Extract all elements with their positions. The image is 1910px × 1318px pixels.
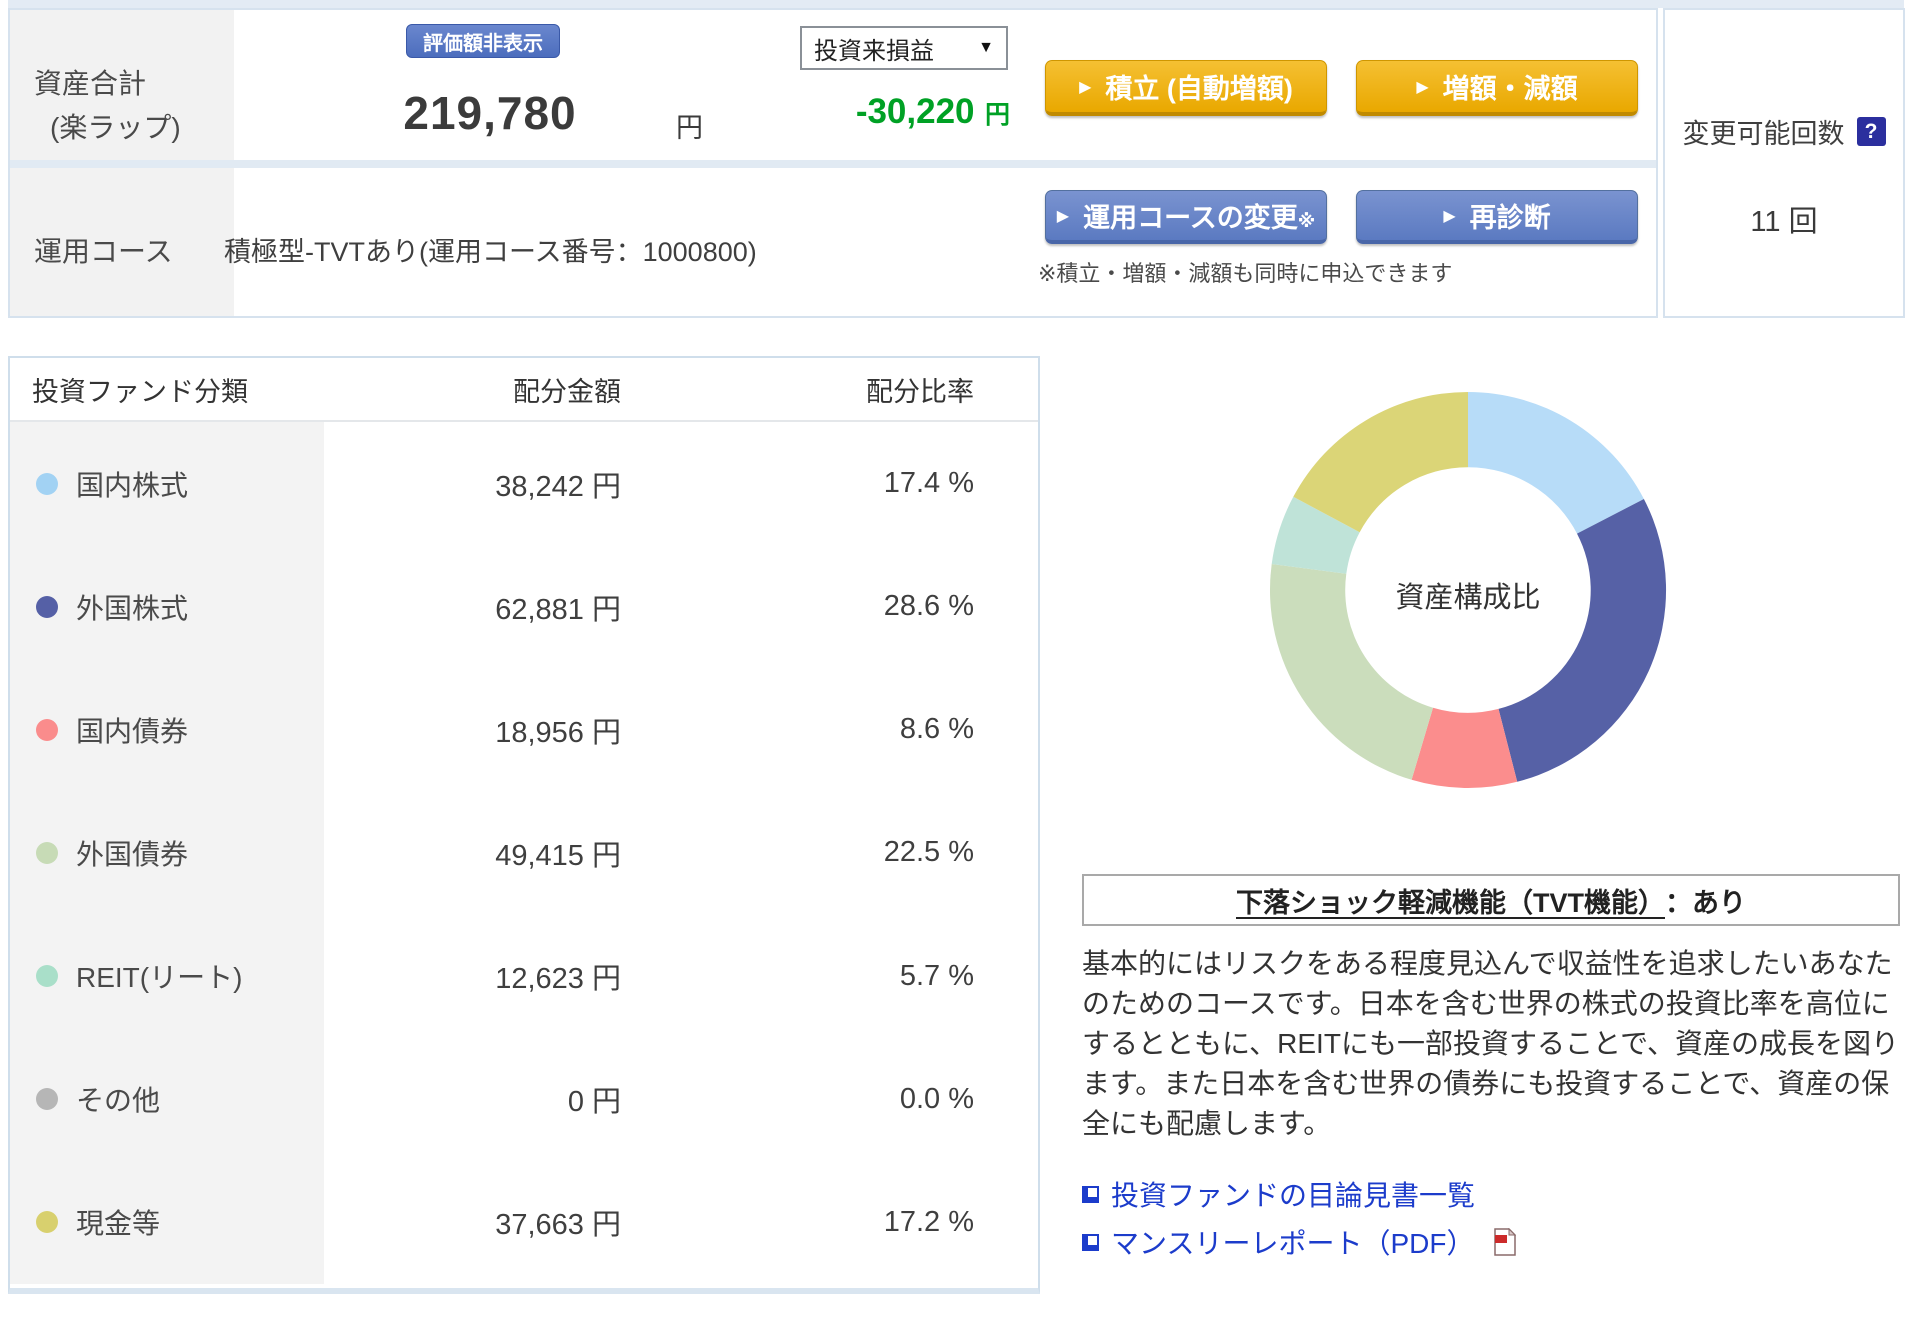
fund-category-cell: REIT(リート) (10, 914, 324, 1038)
arrow-right-icon: ▶ (1416, 78, 1429, 96)
category-color-dot-icon (36, 472, 58, 495)
tsumitate-button[interactable]: ▶ 積立 (自動増額) (1045, 60, 1327, 116)
fund-category-label: 国内株式 (76, 469, 189, 501)
prospectus-list-link-label: 投資ファンドの目論見書一覧 (1111, 1180, 1476, 1211)
allocation-ratio-value: 0.0 % (899, 1082, 974, 1115)
category-color-dot-icon (36, 718, 58, 741)
tvt-feature-value: ：あり (1665, 887, 1746, 918)
allocation-amount-value: 37,663 円 (495, 1209, 621, 1242)
allocation-table-body: 国内株式 38,242 円 17.4 % 外国株式 62,881 円 28.6 … (10, 422, 1038, 1284)
asset-total-label-line1: 資産合計 (34, 68, 147, 99)
help-icon[interactable]: ? (1856, 117, 1886, 146)
asset-summary-box: 資産合計 (楽ラップ) 運用コース 評価額非表示 219,780 円 投資来損益… (8, 8, 1658, 318)
arrow-right-icon: ▶ (1443, 207, 1456, 225)
asset-total-label-cell: 資産合計 (楽ラップ) (10, 10, 234, 160)
allocation-amount-value: 18,956 円 (495, 716, 621, 749)
category-color-dot-icon (36, 1088, 58, 1111)
table-row: 外国債券 49,415 円 22.5 % (10, 791, 1038, 915)
chevron-down-icon: ▼ (978, 39, 994, 56)
fund-category-label: 外国株式 (76, 592, 189, 624)
table-row: 国内債券 18,956 円 8.6 % (10, 668, 1038, 792)
pl-period-select[interactable]: 投資来損益 ▼ (800, 26, 1008, 70)
fund-category-label: REIT(リート) (76, 962, 243, 994)
rediagnosis-button-label: 再診断 (1469, 203, 1551, 233)
change-count-label: 変更可能回数 (1682, 119, 1845, 149)
table-row: その他 0 円 0.0 % (10, 1037, 1038, 1161)
course-change-button-label: 運用コースの変更 (1083, 203, 1298, 233)
fund-category-label: 現金等 (76, 1208, 161, 1240)
summary-row-divider (10, 160, 1656, 168)
category-color-dot-icon (36, 1211, 58, 1234)
fund-category-label: 国内債券 (76, 715, 189, 747)
allocation-ratio-value: 5.7 % (899, 959, 974, 992)
fund-category-label: その他 (76, 1085, 161, 1117)
allocation-ratio-value: 17.4 % (883, 467, 974, 500)
course-change-note-mark: ※ (1297, 211, 1316, 231)
prospectus-list-link[interactable]: 投資ファンドの目論見書一覧 (1082, 1174, 1516, 1214)
allocation-amount-value: 0 円 (567, 1086, 621, 1119)
document-links: 投資ファンドの目論見書一覧 マンスリーレポート（PDF） (1082, 1174, 1517, 1262)
fund-category-cell: 国内債券 (10, 668, 324, 792)
allocation-ratio-value: 28.6 % (883, 590, 974, 623)
course-value: 積極型-TVTあり(運用コース番号：1000800) (224, 237, 757, 267)
fund-category-cell: 外国株式 (10, 545, 324, 669)
table-row: 国内株式 38,242 円 17.4 % (10, 422, 1038, 546)
category-color-dot-icon (36, 595, 58, 618)
monthly-report-link[interactable]: マンスリーレポート（PDF） (1082, 1222, 1517, 1262)
course-label-cell: 運用コース (10, 168, 234, 316)
pl-value: -30,220 (855, 92, 975, 131)
category-color-dot-icon (36, 965, 58, 988)
allocation-amount-value: 38,242 円 (495, 470, 621, 503)
donut-segment-国内株式 (1468, 392, 1644, 534)
table-row: REIT(リート) 12,623 円 5.7 % (10, 914, 1038, 1038)
zougaku-button-label: 増額・減額 (1442, 74, 1578, 104)
simultaneous-apply-note: ※積立・増額・減額も同時に申込できます (1038, 261, 1453, 286)
fund-category-cell: その他 (10, 1037, 324, 1161)
monthly-report-link-label: マンスリーレポート（PDF） (1111, 1228, 1475, 1259)
allocation-ratio-value: 22.5 % (883, 836, 974, 869)
window-link-icon (1082, 1185, 1099, 1203)
hide-valuation-button[interactable]: 評価額非表示 (406, 24, 560, 58)
allocation-table-header: 投資ファンド分類 配分金額 配分比率 (10, 358, 1038, 422)
header-allocation-amount: 配分金額 (513, 376, 621, 407)
category-color-dot-icon (36, 841, 58, 864)
fund-category-label: 外国債券 (76, 838, 189, 870)
header-fund-category: 投資ファンド分類 (32, 376, 248, 407)
allocation-ratio-value: 17.2 % (883, 1205, 974, 1238)
course-description: 基本的にはリスクをある程度見込んで収益性を追求したいあなたのためのコースです。日… (1082, 948, 1899, 1139)
arrow-right-icon: ▶ (1056, 207, 1070, 225)
fund-category-cell: 外国債券 (10, 791, 324, 915)
tsumitate-button-label: 積立 (自動増額) (1105, 74, 1293, 104)
pl-period-select-value: 投資来損益 (814, 37, 934, 65)
allocation-amount-value: 49,415 円 (495, 839, 621, 872)
tvt-feature-title: 下落ショック軽減機能（TVT機能） (1236, 887, 1665, 918)
asset-total-value: 219,780 (403, 87, 577, 139)
allocation-ratio-value: 8.6 % (899, 713, 974, 746)
change-count-panel: 変更可能回数 ? 11 回 (1663, 8, 1905, 318)
fund-category-cell: 国内株式 (10, 422, 324, 546)
change-count-value: 11 回 (1750, 206, 1818, 238)
asset-total-label-line2: (楽ラップ) (50, 112, 181, 143)
asset-total-unit: 円 (676, 113, 703, 143)
allocation-amount-value: 12,623 円 (495, 963, 621, 996)
donut-chart-title: 資産構成比 (1395, 582, 1541, 614)
donut-segment-外国株式 (1498, 499, 1667, 782)
window-link-icon (1082, 1233, 1099, 1251)
allocation-amount-value: 62,881 円 (495, 593, 621, 626)
pl-unit: 円 (984, 101, 1010, 129)
table-row: 外国株式 62,881 円 28.6 % (10, 545, 1038, 669)
allocation-table: 投資ファンド分類 配分金額 配分比率 国内株式 38,242 円 17.4 % … (8, 356, 1040, 1294)
pdf-file-icon[interactable] (1494, 1228, 1517, 1256)
zougaku-genngaku-button[interactable]: ▶ 増額・減額 (1356, 60, 1638, 116)
rediagnosis-button[interactable]: ▶ 再診断 (1356, 190, 1638, 244)
pl-value-wrap: -30,220 円 (710, 92, 1010, 132)
table-row: 現金等 37,663 円 17.2 % (10, 1160, 1038, 1284)
course-change-button[interactable]: ▶ 運用コースの変更 ※ (1045, 190, 1327, 244)
fund-category-cell: 現金等 (10, 1160, 324, 1284)
header-allocation-ratio: 配分比率 (866, 376, 974, 407)
arrow-right-icon: ▶ (1079, 78, 1092, 96)
tvt-feature-box: 下落ショック軽減機能（TVT機能） ：あり (1082, 874, 1900, 926)
course-row-label: 運用コース (34, 236, 173, 267)
top-border-strip (8, 0, 1904, 8)
